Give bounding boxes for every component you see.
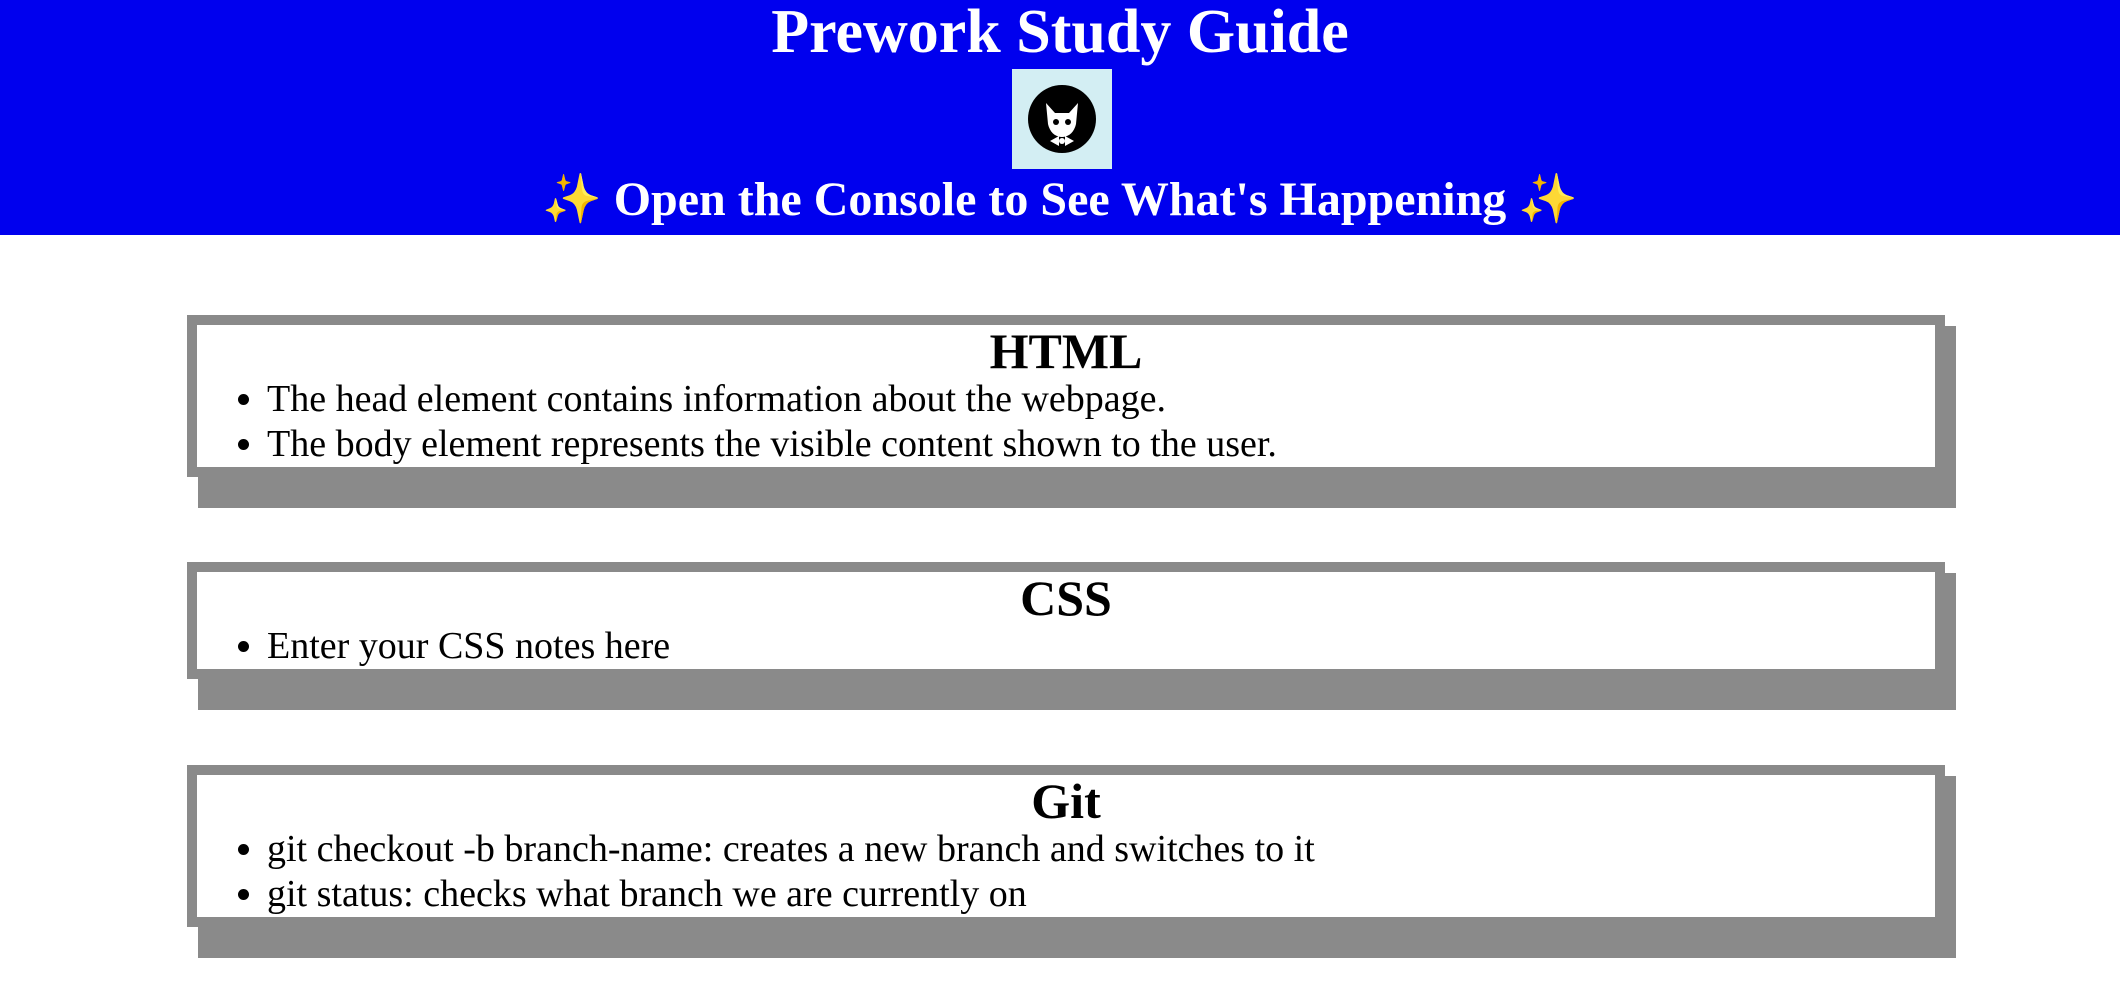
section-git: Git git checkout -b branch-name: creates… [187,765,1956,958]
list-item: The body element represents the visible … [267,422,1935,467]
list-item: git status: checks what branch we are cu… [267,872,1935,917]
list-item: Enter your CSS notes here [267,624,1935,669]
page-header: Prework Study Guide ✨ Open the Console t… [0,0,2120,235]
section-title: Git [1031,773,1101,829]
section-title: CSS [1020,570,1112,626]
logo [1012,69,1112,169]
card: Git git checkout -b branch-name: creates… [187,765,1945,927]
section-html: HTML The head element contains informati… [187,315,1956,508]
section-list: Enter your CSS notes here [197,624,1935,669]
sparkles-icon: ✨ [541,173,602,226]
section-list: The head element contains information ab… [197,377,1935,467]
card: CSS Enter your CSS notes here [187,562,1945,679]
list-item: The head element contains information ab… [267,377,1935,422]
section-title: HTML [989,323,1143,379]
cat-logo-icon [1028,85,1096,153]
card: HTML The head element contains informati… [187,315,1945,477]
sparkles-icon: ✨ [1518,173,1579,226]
section-css: CSS Enter your CSS notes here [187,562,1956,710]
page-title: Prework Study Guide [771,0,1349,66]
subtitle-text: Open the Console to See What's Happening [613,173,1507,226]
list-item: git checkout -b branch-name: creates a n… [267,827,1935,872]
page-subtitle: ✨ Open the Console to See What's Happeni… [0,172,2120,228]
section-list: git checkout -b branch-name: creates a n… [197,827,1935,917]
